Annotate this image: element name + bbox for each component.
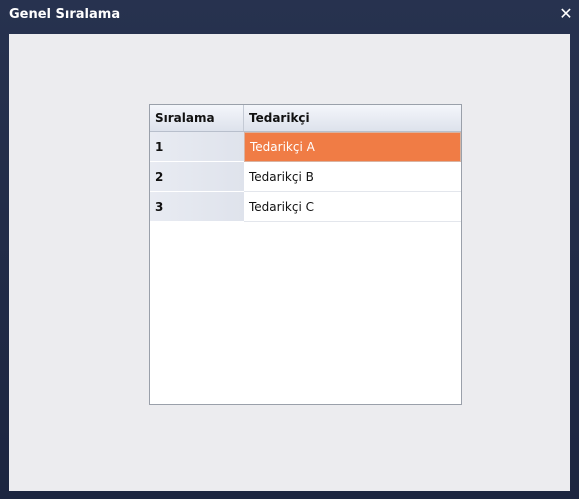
row-supplier-cell[interactable]: Tedarikçi B — [244, 162, 461, 192]
dialog-window: Genel Sıralama ✕ Sıralama Tedarikçi 1 Te… — [0, 0, 579, 499]
row-supplier-cell[interactable]: Tedarikçi C — [244, 192, 461, 222]
table-row[interactable]: 2 Tedarikçi B — [150, 162, 461, 192]
row-rank-cell[interactable]: 3 — [150, 192, 244, 222]
column-header-supplier[interactable]: Tedarikçi — [244, 105, 461, 131]
row-rank-cell[interactable]: 2 — [150, 162, 244, 192]
ranking-grid[interactable]: Sıralama Tedarikçi 1 Tedarikçi A 2 Tedar… — [149, 104, 462, 405]
table-row[interactable]: 3 Tedarikçi C — [150, 192, 461, 222]
column-header-rank[interactable]: Sıralama — [150, 105, 244, 131]
window-title: Genel Sıralama — [9, 7, 121, 22]
row-supplier-cell[interactable]: Tedarikçi A — [244, 132, 461, 162]
title-bar[interactable]: Genel Sıralama ✕ — [0, 0, 579, 34]
grid-header: Sıralama Tedarikçi — [150, 105, 461, 132]
close-icon[interactable]: ✕ — [557, 5, 575, 23]
table-row[interactable]: 1 Tedarikçi A — [150, 132, 461, 162]
dialog-body: Sıralama Tedarikçi 1 Tedarikçi A 2 Tedar… — [9, 34, 570, 491]
row-rank-cell[interactable]: 1 — [150, 132, 244, 162]
